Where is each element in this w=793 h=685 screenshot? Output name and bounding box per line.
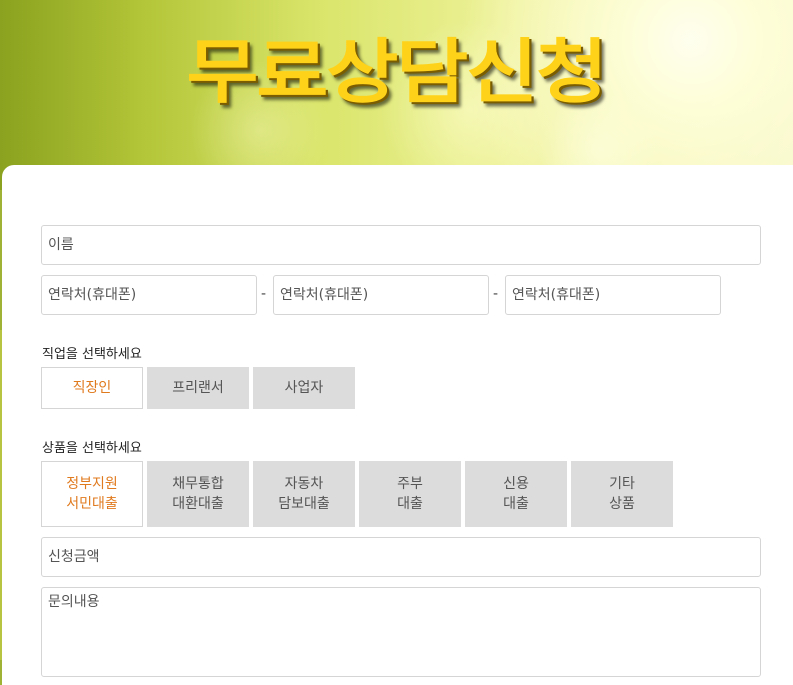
- product-option-line1: 기타: [609, 476, 635, 492]
- product-option-credit-loan[interactable]: 신용 대출: [465, 461, 567, 527]
- job-option-business-owner[interactable]: 사업자: [253, 367, 355, 409]
- product-option-line2: 대출: [503, 496, 529, 512]
- product-option-line2: 담보대출: [278, 496, 330, 512]
- product-option-government-loan[interactable]: 정부지원 서민대출: [41, 461, 143, 527]
- phone-input-2[interactable]: [273, 275, 489, 315]
- amount-input[interactable]: [41, 537, 761, 577]
- job-option-label: 프리랜서: [172, 380, 224, 396]
- inquiry-textarea[interactable]: [41, 587, 761, 677]
- product-option-line1: 자동차: [284, 476, 324, 492]
- product-section-label: 상품을 선택하세요: [42, 441, 142, 456]
- product-option-line1: 신용: [503, 476, 529, 492]
- product-option-line2: 대환대출: [172, 496, 224, 512]
- product-option-line1: 정부지원: [66, 476, 118, 492]
- product-option-housewife-loan[interactable]: 주부 대출: [359, 461, 461, 527]
- product-option-auto-loan[interactable]: 자동차 담보대출: [253, 461, 355, 527]
- product-option-line2: 상품: [609, 496, 635, 512]
- product-option-other[interactable]: 기타 상품: [571, 461, 673, 527]
- phone-separator-2: -: [493, 286, 499, 302]
- phone-input-3[interactable]: [505, 275, 721, 315]
- name-input[interactable]: [41, 225, 761, 265]
- hero-banner: 무료상담신청: [0, 0, 793, 190]
- job-option-freelancer[interactable]: 프리랜서: [147, 367, 249, 409]
- phone-separator-1: -: [261, 286, 267, 302]
- job-option-label: 사업자: [284, 380, 324, 396]
- product-option-line2: 대출: [397, 496, 423, 512]
- job-option-label: 직장인: [72, 380, 112, 396]
- page-title: 무료상담신청: [186, 31, 608, 113]
- phone-input-1[interactable]: [41, 275, 257, 315]
- job-section-label: 직업을 선택하세요: [42, 347, 142, 362]
- product-option-line1: 주부: [397, 476, 423, 492]
- job-option-employee[interactable]: 직장인: [41, 367, 143, 409]
- product-option-line1: 채무통합: [172, 476, 224, 492]
- product-option-debt-consolidation[interactable]: 채무통합 대환대출: [147, 461, 249, 527]
- product-option-line2: 서민대출: [66, 496, 118, 512]
